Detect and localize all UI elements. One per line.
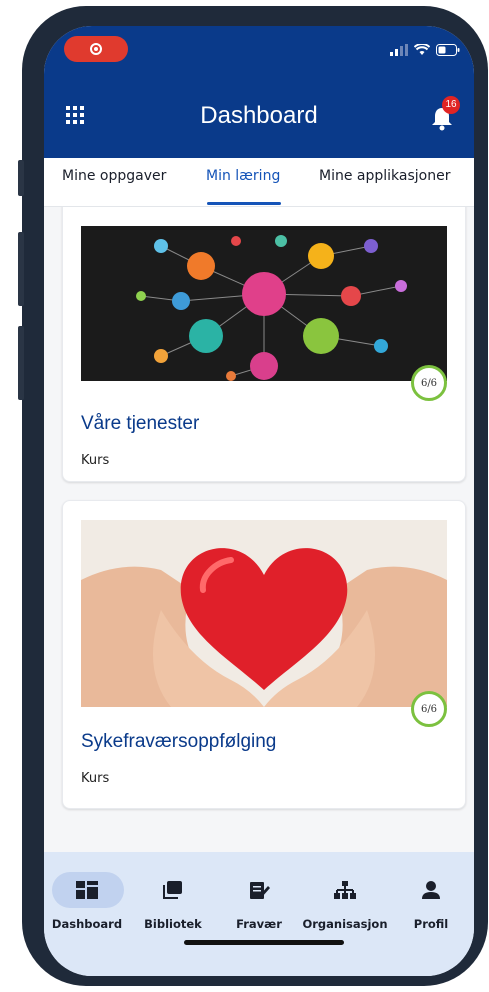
nav-bibliotek[interactable]: Bibliotek — [130, 864, 216, 931]
course-type: Kurs — [81, 453, 110, 468]
absence-icon — [248, 881, 270, 899]
nav-label: Fravær — [236, 917, 282, 931]
notification-badge: 16 — [442, 96, 460, 114]
course-card[interactable]: 6/6 Sykefraværsoppfølging Kurs — [62, 500, 466, 809]
progress-badge: 6/6 — [411, 691, 447, 727]
library-icon — [162, 881, 184, 899]
course-image — [81, 226, 447, 381]
course-image — [81, 520, 447, 707]
nav-fravaer[interactable]: Fravær — [216, 864, 302, 931]
tab-mine-applikasjoner[interactable]: Mine applikasjoner — [319, 168, 450, 184]
wifi-icon — [414, 44, 430, 55]
nav-dashboard[interactable]: Dashboard — [44, 864, 130, 931]
bottom-navigation: Dashboard Bibliotek Fravær Organisasjon … — [44, 852, 474, 976]
organization-icon — [334, 881, 356, 899]
status-icons — [390, 44, 460, 56]
profile-icon — [420, 881, 442, 899]
page-title: Dashboard — [200, 102, 318, 129]
course-type: Kurs — [81, 771, 110, 786]
nav-profil[interactable]: Profil — [388, 864, 474, 931]
home-indicator[interactable] — [184, 940, 344, 945]
app-screen: Dashboard 16 Mine oppgaver Min læring Mi… — [44, 26, 474, 976]
nav-label: Organisasjon — [302, 917, 388, 931]
nav-label: Profil — [413, 917, 449, 931]
course-title[interactable]: Våre tjenester — [81, 413, 199, 435]
tab-mine-oppgaver[interactable]: Mine oppgaver — [62, 168, 166, 184]
mute-switch — [18, 160, 24, 196]
signal-icon — [390, 44, 408, 56]
progress-badge: 6/6 — [411, 365, 447, 401]
nav-label: Dashboard — [51, 917, 123, 931]
course-card[interactable]: 6/6 Våre tjenester Kurs — [62, 207, 466, 482]
volume-down-button — [18, 326, 24, 400]
course-title[interactable]: Sykefraværsoppfølging — [81, 731, 276, 753]
screen-recording-indicator[interactable] — [64, 36, 128, 62]
battery-icon — [436, 44, 460, 56]
status-bar — [44, 26, 474, 76]
volume-up-button — [18, 232, 24, 306]
app-header: Dashboard 16 — [44, 76, 474, 158]
record-icon — [90, 43, 102, 55]
notifications-button[interactable]: 16 — [430, 96, 460, 132]
active-tab-indicator — [207, 202, 281, 205]
dashboard-icon — [76, 881, 98, 899]
nav-organisasjon[interactable]: Organisasjon — [302, 864, 388, 931]
tab-bar: Mine oppgaver Min læring Mine applikasjo… — [44, 158, 474, 207]
tab-min-laering[interactable]: Min læring — [206, 168, 280, 184]
nav-label: Bibliotek — [144, 917, 202, 931]
course-list[interactable]: 6/6 Våre tjenester Kurs 6/6 Sykefraværso… — [44, 207, 474, 852]
